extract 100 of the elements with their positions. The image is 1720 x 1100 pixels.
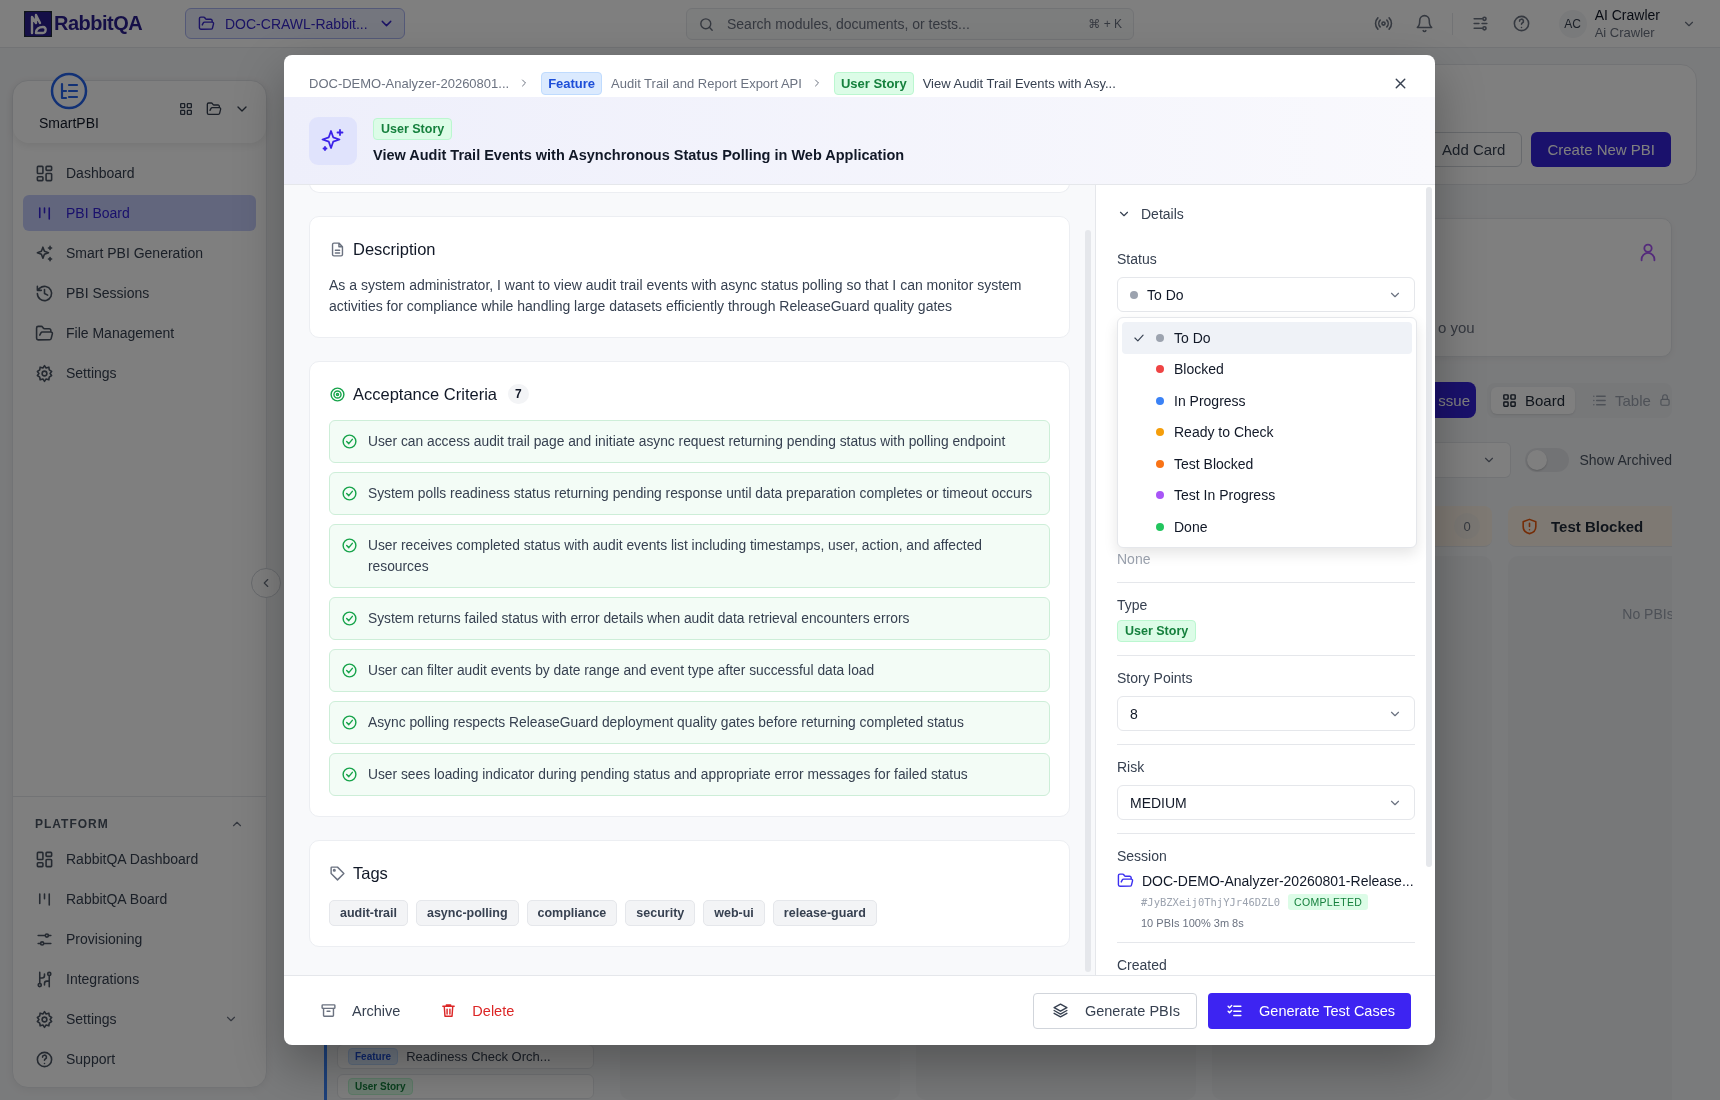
sidebar-item[interactable]: Settings	[23, 355, 256, 391]
details-toggle[interactable]: Details	[1117, 204, 1415, 224]
criterion-text: User can access audit trail page and initiate async request returning pending status with polling endpoint	[368, 433, 1006, 451]
dialog-title: View Audit Trail Events with Asynchronous Status Polling in Web Application	[373, 147, 905, 163]
create-pbi-button[interactable]: Create New PBI	[1531, 132, 1671, 167]
user-avatar[interactable]: AC	[1558, 9, 1587, 38]
user-name: AI Crawler	[1594, 7, 1660, 23]
sidebar-item[interactable]: Dashboard	[23, 155, 256, 191]
pbi-card[interactable]: Feature Readiness Check Orch...	[337, 1044, 594, 1069]
criterion-text: User receives completed status with audit events list including timestamps, user, action, and affected resources	[368, 537, 983, 576]
layers-icon	[1051, 1002, 1069, 1019]
archive-button[interactable]: Archive	[320, 996, 411, 1025]
status-option[interactable]: Done	[1122, 511, 1412, 543]
sidebar-item[interactable]: PBI Board	[23, 195, 256, 231]
status-option[interactable]: Test In Progress	[1122, 479, 1412, 511]
target-icon	[329, 385, 346, 403]
sparkles-icon	[35, 243, 54, 263]
tag-icon	[329, 864, 346, 882]
rabbit-logo-icon	[24, 10, 52, 37]
type-badge: User Story	[348, 1078, 413, 1095]
sidebar-item[interactable]: RabbitQA Dashboard	[23, 841, 256, 877]
section-heading: PLATFORM	[35, 817, 109, 831]
status-option[interactable]: Ready to Check	[1122, 416, 1412, 448]
search-icon	[698, 15, 715, 33]
sidebar-item[interactable]: File Management	[23, 315, 256, 351]
section-heading: Tags	[353, 863, 388, 883]
toggle-label: Show Archived	[1579, 452, 1672, 468]
broadcast-icon[interactable]	[1373, 14, 1393, 33]
pbi-card[interactable]: User Story	[337, 1074, 594, 1099]
folder-icon[interactable]	[206, 101, 222, 117]
tag-chip: audit-trail	[329, 900, 408, 926]
field-label: Type	[1117, 597, 1149, 613]
breadcrumb-link[interactable]: View Audit Trail Events with Asy...	[922, 75, 1116, 91]
tools-icon[interactable]	[1470, 14, 1490, 33]
sidebar-item[interactable]: Integrations	[23, 961, 256, 997]
toggle-switch[interactable]	[1525, 448, 1570, 472]
help-icon[interactable]	[1511, 14, 1531, 33]
folder-icon	[35, 323, 54, 343]
breadcrumb-link[interactable]: DOC-DEMO-Analyzer-20260801...	[309, 75, 510, 91]
sidebar-item[interactable]: Smart PBI Generation	[23, 235, 256, 271]
session-id: #JyBZXeij0ThjYJr46DZL0	[1141, 896, 1281, 908]
field-value: None	[1117, 551, 1151, 567]
section-heading: Acceptance Criteria	[353, 384, 497, 404]
delete-button[interactable]: Delete	[440, 996, 525, 1025]
app-name: SmartPBI	[39, 115, 99, 131]
story-points-select[interactable]: 8	[1117, 696, 1415, 731]
type-badge: User Story	[373, 118, 453, 140]
tag-chip: web-ui	[703, 900, 765, 926]
collapse-sidebar-button[interactable]	[251, 568, 281, 598]
check-circle-icon	[341, 714, 358, 731]
sidebar-item[interactable]: Support	[23, 1041, 256, 1077]
criterion-text: System returns failed status with error details when audit data retrieval encounters errors	[368, 610, 910, 628]
count-badge: 7	[508, 384, 529, 404]
pbi-title: Readiness Check Orch...	[406, 1049, 551, 1064]
tag-chip: security	[625, 900, 696, 926]
tag-chip: release-guard	[772, 900, 877, 926]
criterion-text: User can filter audit events by date range and event type after successful data load	[368, 662, 875, 680]
settings-icon	[35, 1009, 54, 1029]
status-option[interactable]: Blocked	[1122, 353, 1412, 385]
view-tab[interactable]: Board	[1491, 386, 1576, 414]
field-label: Created	[1117, 957, 1168, 973]
notification-bell-icon[interactable]	[1414, 14, 1434, 33]
column-count: 0	[1454, 513, 1480, 539]
check-circle-icon	[341, 433, 358, 450]
check-circle-icon	[341, 766, 358, 783]
project-selector[interactable]: DOC-CRAWL-Rabbit...	[185, 8, 405, 39]
generate-pbis-button[interactable]: Generate PBIs	[1032, 992, 1198, 1029]
criterion-text: Async polling respects ReleaseGuard deployment quality gates before returning completed status	[368, 714, 964, 732]
history-icon	[35, 283, 54, 303]
type-badge: Feature	[348, 1048, 399, 1065]
grid-icon	[1501, 391, 1518, 409]
field-label: Status	[1117, 251, 1158, 267]
document-icon	[329, 240, 346, 258]
sparkles-icon	[309, 116, 357, 165]
sidebar-item[interactable]: PBI Sessions	[23, 275, 256, 311]
issue-button[interactable]: ssue	[1435, 382, 1476, 418]
type-badge: User Story	[1117, 620, 1197, 642]
session-link[interactable]: DOC-DEMO-Analyzer-20260801-Release...	[1142, 872, 1414, 889]
status-option[interactable]: Test Blocked	[1122, 448, 1412, 480]
status-option[interactable]: In Progress	[1122, 385, 1412, 417]
check-circle-icon	[341, 485, 358, 502]
trash-icon	[440, 1002, 458, 1019]
criterion-text: System polls readiness status returning pending response until data preparation completes or timeout occurs	[368, 485, 1033, 503]
route-icon	[35, 969, 54, 989]
breadcrumb-link[interactable]: Audit Trail and Report Export API	[611, 75, 802, 91]
grid-icon[interactable]	[178, 101, 194, 117]
checklist-icon	[1226, 1002, 1244, 1019]
sidebar-item[interactable]: RabbitQA Board	[23, 881, 256, 917]
risk-select[interactable]: MEDIUM	[1117, 785, 1415, 820]
app-logo-text: RabbitQA	[54, 12, 143, 35]
column-title: Test Blocked	[1551, 517, 1644, 535]
sidebar-item[interactable]: Provisioning	[23, 921, 256, 957]
criterion-text: User sees loading indicator during pending status and appropriate error messages for failed status	[368, 766, 968, 784]
sidebar-item[interactable]: Settings	[23, 1001, 256, 1037]
field-label: Story Points	[1117, 670, 1194, 686]
shortcut-hint: ⌘ + K	[1088, 16, 1122, 31]
settings-icon	[35, 363, 54, 383]
status-option[interactable]: To Do	[1122, 322, 1412, 354]
status-select[interactable]: To Do	[1117, 277, 1415, 312]
generate-test-cases-button[interactable]: Generate Test Cases	[1208, 992, 1411, 1029]
